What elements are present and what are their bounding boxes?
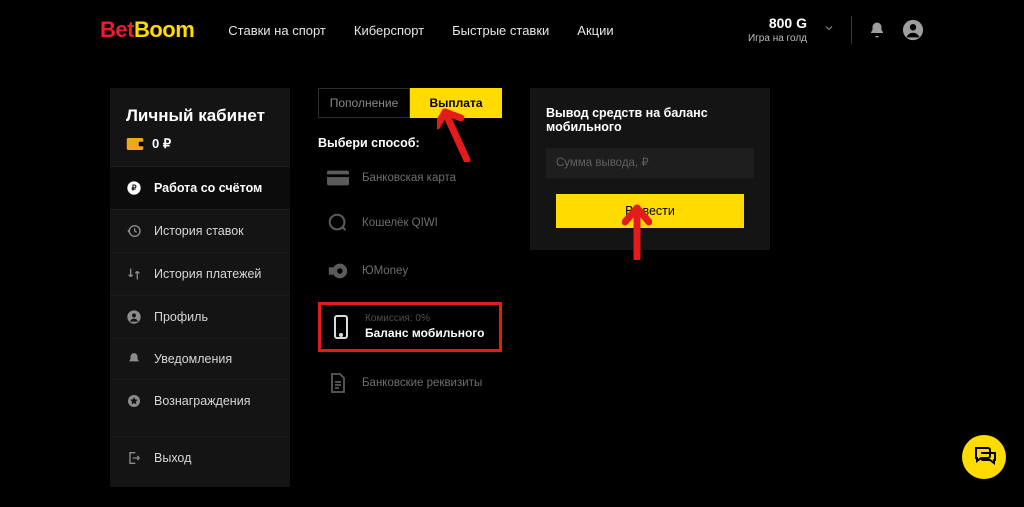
header: BetBoom Ставки на спорт Киберспорт Быстр… bbox=[0, 0, 1024, 60]
sidebar-item-rewards[interactable]: Вознаграждения bbox=[110, 379, 290, 422]
method-label: ЮMoney bbox=[362, 265, 408, 277]
method-qiwi[interactable]: Кошелёк QIWI bbox=[318, 206, 502, 240]
phone-icon bbox=[329, 314, 353, 340]
sidebar-item-payment-history[interactable]: История платежей bbox=[110, 252, 290, 295]
sidebar-item-label: История платежей bbox=[154, 267, 261, 281]
method-bank-details[interactable]: Банковские реквизиты bbox=[318, 366, 502, 400]
sidebar-item-label: Вознаграждения bbox=[154, 394, 250, 408]
logo-part-a: Bet bbox=[100, 17, 134, 42]
method-yoomoney[interactable]: ЮMoney bbox=[318, 254, 502, 288]
user-icon bbox=[126, 309, 142, 325]
amount-input[interactable] bbox=[546, 148, 754, 178]
sidebar-item-label: Уведомления bbox=[154, 352, 232, 366]
sidebar-item-label: История ставок bbox=[154, 224, 244, 238]
choose-method-label: Выбери способ: bbox=[318, 136, 502, 150]
yoomoney-icon bbox=[326, 260, 350, 282]
sidebar-balance: 0 ₽ bbox=[110, 136, 290, 166]
bell-icon[interactable] bbox=[868, 21, 886, 39]
wallet-icon bbox=[126, 137, 144, 151]
star-icon bbox=[126, 393, 142, 409]
svg-text:₽: ₽ bbox=[131, 184, 136, 193]
deposit-withdraw-tabs: Пополнение Выплата bbox=[318, 88, 502, 118]
sidebar-gap bbox=[110, 422, 290, 436]
chevron-down-icon[interactable] bbox=[823, 21, 835, 39]
sidebar-balance-value: 0 ₽ bbox=[152, 136, 171, 152]
nav-fast-bets[interactable]: Быстрые ставки bbox=[452, 23, 549, 38]
method-label: Баланс мобильного bbox=[365, 326, 484, 341]
balance-value: 800 G bbox=[748, 15, 807, 33]
method-label: Банковская карта bbox=[362, 172, 456, 184]
chat-icon bbox=[972, 443, 996, 472]
balance-block[interactable]: 800 G Игра на голд bbox=[748, 15, 807, 45]
sidebar-list: ₽ Работа со счётом История ставок Истори… bbox=[110, 166, 290, 479]
method-label: Банковские реквизиты bbox=[362, 377, 482, 389]
ruble-icon: ₽ bbox=[126, 180, 142, 196]
panel-title: Вывод средств на баланс мобильного bbox=[546, 106, 754, 134]
method-labels: Комиссия: 0% Баланс мобильного bbox=[365, 313, 484, 341]
withdraw-panel: Вывод средств на баланс мобильного Вывес… bbox=[530, 88, 770, 250]
logo[interactable]: BetBoom bbox=[100, 17, 194, 43]
methods-column: Пополнение Выплата Выбери способ: Банков… bbox=[318, 88, 502, 400]
sidebar-item-label: Выход bbox=[154, 451, 191, 465]
balance-mode: Игра на голд bbox=[748, 33, 807, 46]
chat-button[interactable] bbox=[962, 435, 1006, 479]
header-right: 800 G Игра на голд bbox=[748, 15, 924, 45]
nav-promo[interactable]: Акции bbox=[577, 23, 613, 38]
sidebar-item-bet-history[interactable]: История ставок bbox=[110, 209, 290, 252]
logo-part-b: Boom bbox=[134, 17, 194, 42]
profile-icon[interactable] bbox=[902, 19, 924, 41]
method-list: Банковская карта Кошелёк QIWI ЮMoney Ком… bbox=[318, 164, 502, 400]
sidebar-item-notifications[interactable]: Уведомления bbox=[110, 338, 290, 379]
sidebar-item-account[interactable]: ₽ Работа со счётом bbox=[110, 166, 290, 209]
sidebar-item-label: Работа со счётом bbox=[154, 181, 262, 195]
method-fee: Комиссия: 0% bbox=[365, 313, 484, 326]
nav-sports[interactable]: Ставки на спорт bbox=[228, 23, 326, 38]
document-icon bbox=[326, 372, 350, 394]
tab-deposit[interactable]: Пополнение bbox=[318, 88, 410, 118]
card-icon bbox=[326, 170, 350, 186]
tab-withdraw[interactable]: Выплата bbox=[410, 88, 502, 118]
sidebar-title: Личный кабинет bbox=[110, 88, 290, 136]
sidebar-item-profile[interactable]: Профиль bbox=[110, 295, 290, 338]
method-label: Кошелёк QIWI bbox=[362, 217, 438, 229]
logout-icon bbox=[126, 450, 142, 466]
history-icon bbox=[126, 223, 142, 239]
sidebar-item-label: Профиль bbox=[154, 310, 208, 324]
transfer-icon bbox=[126, 266, 142, 282]
sidebar-item-logout[interactable]: Выход bbox=[110, 436, 290, 479]
separator bbox=[851, 16, 852, 44]
sidebar: Личный кабинет 0 ₽ ₽ Работа со счётом Ис… bbox=[110, 88, 290, 487]
method-card[interactable]: Банковская карта bbox=[318, 164, 502, 192]
top-nav: Ставки на спорт Киберспорт Быстрые ставк… bbox=[228, 23, 613, 38]
qiwi-icon bbox=[326, 212, 350, 234]
nav-esports[interactable]: Киберспорт bbox=[354, 23, 424, 38]
method-mobile-balance[interactable]: Комиссия: 0% Баланс мобильного bbox=[318, 302, 502, 352]
withdraw-button[interactable]: Вывести bbox=[556, 194, 743, 228]
bell-icon bbox=[126, 352, 142, 366]
